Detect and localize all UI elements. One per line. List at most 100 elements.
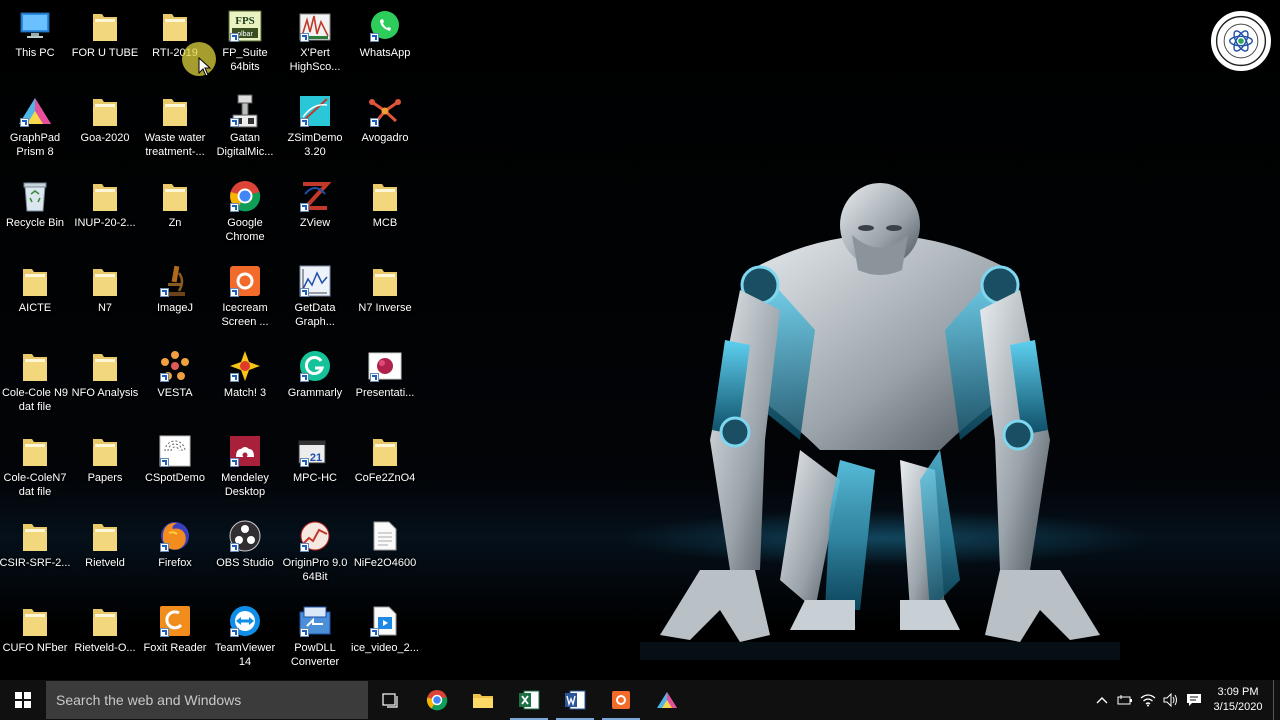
- taskbar-icecream-recorder[interactable]: [598, 680, 644, 720]
- taskbar-graphpad-prism[interactable]: [644, 680, 690, 720]
- desktop-icon[interactable]: VESTA: [140, 343, 210, 425]
- shortcut-arrow-icon: [230, 288, 239, 297]
- folder-icon: [368, 434, 402, 468]
- desktop-icon[interactable]: 21 MPC-HC: [280, 428, 350, 510]
- desktop-icon[interactable]: Goa-2020: [70, 88, 140, 170]
- desktop-icon[interactable]: Mendeley Desktop: [210, 428, 280, 510]
- desktop-icon[interactable]: CSIR-SRF-2...: [0, 513, 70, 595]
- taskbar-excel[interactable]: [506, 680, 552, 720]
- action-center-button[interactable]: [1182, 680, 1205, 720]
- taskbar-word[interactable]: [552, 680, 598, 720]
- taskbar-clock[interactable]: 3:09 PM 3/15/2020: [1205, 685, 1271, 715]
- desktop-icon[interactable]: Cole-ColeN7 dat file: [0, 428, 70, 510]
- desktop-icon[interactable]: CSpotDemo: [140, 428, 210, 510]
- desktop-icon[interactable]: FOR U TUBE: [70, 3, 140, 85]
- taskbar-search-box[interactable]: Search the web and Windows: [46, 681, 368, 719]
- desktop-icon[interactable]: Rietveld-O...: [70, 598, 140, 680]
- folder-icon: [473, 694, 493, 708]
- desktop-icon[interactable]: Cole-Cole N9 dat file: [0, 343, 70, 425]
- desktop-icon[interactable]: Recycle Bin: [0, 173, 70, 255]
- desktop-icon[interactable]: OriginPro 9.0 64Bit: [280, 513, 350, 595]
- battery-button[interactable]: [1113, 680, 1136, 720]
- desktop-icon[interactable]: Grammarly: [280, 343, 350, 425]
- desktop-icon-label: OriginPro 9.0 64Bit: [282, 557, 348, 583]
- taskbar: Search the web and Windows 3:09 PM 3/15/…: [0, 680, 1280, 720]
- xpert-icon: [298, 9, 332, 43]
- desktop-icon-grid: This PC FOR U TUBE RTI-2019 FPS olbar FP_Suit…: [0, 0, 430, 680]
- match-icon: [228, 349, 262, 383]
- folder-icon: [158, 9, 192, 43]
- shortcut-arrow-icon: [370, 628, 379, 637]
- show-hidden-icons[interactable]: [1090, 680, 1113, 720]
- desktop: This PC FOR U TUBE RTI-2019 FPS olbar FP_Suit…: [0, 0, 1280, 680]
- shortcut-arrow-icon: [300, 118, 309, 127]
- icecream-icon: [612, 691, 630, 709]
- taskbar-file-explorer[interactable]: [460, 680, 506, 720]
- folder-icon: [18, 519, 52, 553]
- desktop-icon[interactable]: Gatan DigitalMic...: [210, 88, 280, 170]
- task-view-button[interactable]: [368, 680, 414, 720]
- shortcut-arrow-icon: [230, 628, 239, 637]
- start-button[interactable]: [0, 680, 46, 720]
- desktop-icon-label: Goa-2020: [80, 132, 130, 144]
- show-desktop-button[interactable]: [1273, 680, 1280, 720]
- desktop-icon[interactable]: AICTE: [0, 258, 70, 340]
- desktop-icon-label: VESTA: [157, 387, 193, 399]
- folder-icon: [88, 264, 122, 298]
- desktop-icon[interactable]: Google Chrome: [210, 173, 280, 255]
- desktop-icon[interactable]: Presentati...: [350, 343, 420, 425]
- desktop-icon[interactable]: ZView: [280, 173, 350, 255]
- desktop-icon[interactable]: Rietveld: [70, 513, 140, 595]
- shortcut-arrow-icon: [230, 373, 239, 382]
- shortcut-arrow-icon: [300, 33, 309, 42]
- desktop-icon[interactable]: FPS olbar FP_Suite 64bits: [210, 3, 280, 85]
- desktop-icon[interactable]: N7: [70, 258, 140, 340]
- desktop-icon[interactable]: CoFe2ZnO4: [350, 428, 420, 510]
- shortcut-arrow-icon: [370, 118, 379, 127]
- desktop-icon[interactable]: Foxit Reader: [140, 598, 210, 680]
- shortcut-arrow-icon: [300, 373, 309, 382]
- taskbar-chrome[interactable]: [414, 680, 460, 720]
- desktop-icon[interactable]: GetData Graph...: [280, 258, 350, 340]
- desktop-icon-label: ice_video_2...: [351, 642, 419, 654]
- volume-button[interactable]: [1159, 680, 1182, 720]
- desktop-icon[interactable]: PowDLL Converter: [280, 598, 350, 680]
- desktop-icon[interactable]: This PC: [0, 3, 70, 85]
- desktop-icon[interactable]: GraphPad Prism 8: [0, 88, 70, 170]
- desktop-icon[interactable]: ice_video_2...: [350, 598, 420, 680]
- microscope-icon: [158, 264, 192, 298]
- desktop-icon[interactable]: OBS Studio: [210, 513, 280, 595]
- avogadro-icon: [368, 94, 402, 128]
- wifi-button[interactable]: [1136, 680, 1159, 720]
- desktop-icon[interactable]: N7 Inverse: [350, 258, 420, 340]
- desktop-icon-label: Rietveld: [85, 557, 125, 569]
- desktop-icon[interactable]: NFO Analysis: [70, 343, 140, 425]
- desktop-icon[interactable]: ZSimDemo 3.20: [280, 88, 350, 170]
- desktop-icon[interactable]: Waste water treatment-...: [140, 88, 210, 170]
- shortcut-arrow-icon: [300, 628, 309, 637]
- desktop-icon[interactable]: TeamViewer 14: [210, 598, 280, 680]
- excel-icon: [519, 690, 540, 710]
- desktop-icon-label: Cole-Cole N9 dat file: [1, 387, 69, 413]
- zsim-icon: [298, 94, 332, 128]
- mendeley-icon: [228, 434, 262, 468]
- desktop-icon[interactable]: Papers: [70, 428, 140, 510]
- shortcut-arrow-icon: [230, 33, 239, 42]
- desktop-icon-label: ZSimDemo 3.20: [287, 132, 343, 158]
- desktop-icon[interactable]: Zn: [140, 173, 210, 255]
- desktop-icon[interactable]: MCB: [350, 173, 420, 255]
- search-placeholder: Search the web and Windows: [56, 692, 242, 708]
- folder-icon: [368, 179, 402, 213]
- desktop-icon[interactable]: INUP-20-2...: [70, 173, 140, 255]
- svg-text:FPS: FPS: [235, 15, 255, 27]
- desktop-icon[interactable]: Icecream Screen ...: [210, 258, 280, 340]
- desktop-icon[interactable]: Match! 3: [210, 343, 280, 425]
- desktop-icon[interactable]: Avogadro: [350, 88, 420, 170]
- desktop-icon[interactable]: NiFe2O4600: [350, 513, 420, 595]
- desktop-icon[interactable]: CUFO NFber: [0, 598, 70, 680]
- desktop-icon[interactable]: Firefox: [140, 513, 210, 595]
- desktop-icon[interactable]: WhatsApp: [350, 3, 420, 85]
- desktop-icon[interactable]: ImageJ: [140, 258, 210, 340]
- desktop-icon[interactable]: X'Pert HighSco...: [280, 3, 350, 85]
- desktop-icon-label: MPC-HC: [293, 472, 337, 484]
